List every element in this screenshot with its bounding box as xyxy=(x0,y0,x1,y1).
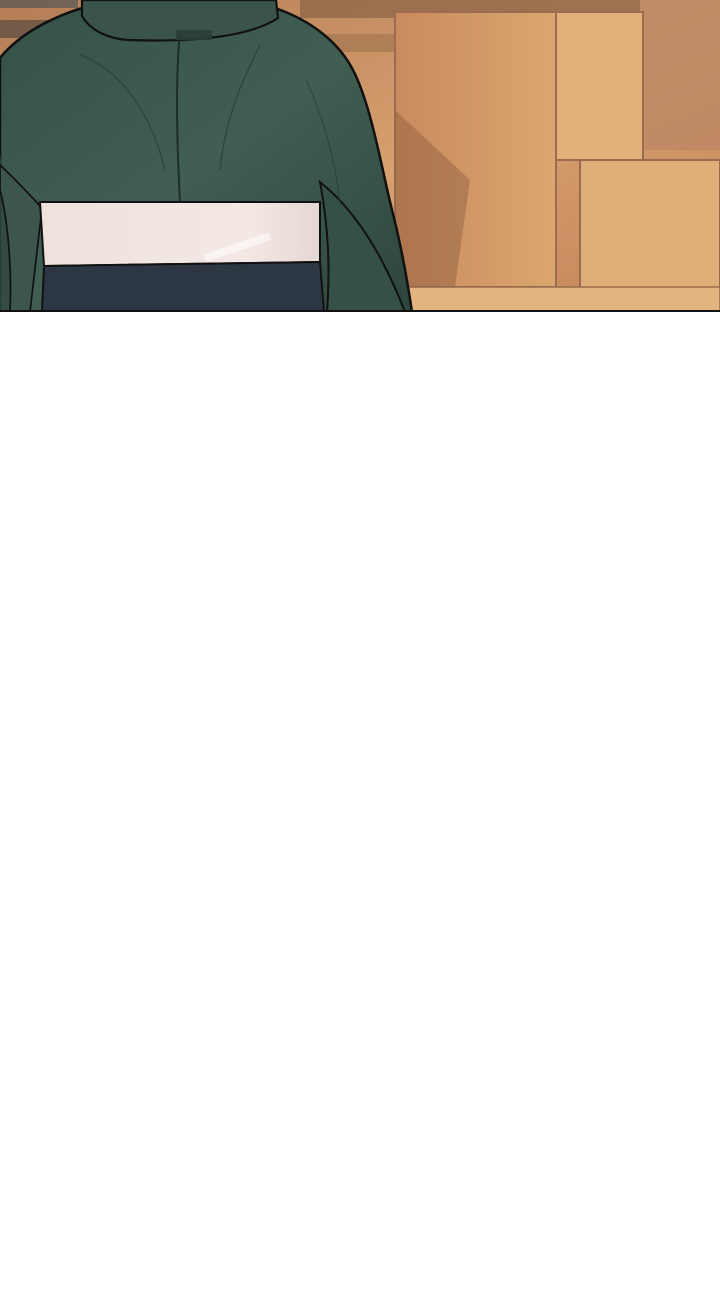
comic-page xyxy=(0,0,720,1316)
blank-gutter xyxy=(0,312,720,1316)
jacket-stripe-light xyxy=(38,201,321,268)
cardboard-box-right xyxy=(579,159,720,303)
jacket-stripe-dark xyxy=(40,260,326,312)
cardboard-box-top-right xyxy=(555,11,644,161)
comic-panel xyxy=(0,0,720,312)
left-monitor-base xyxy=(0,0,78,8)
floor-shelf xyxy=(404,286,720,312)
panel-illustration xyxy=(0,0,720,312)
collar-tab xyxy=(176,30,212,40)
right-wall-panel xyxy=(640,0,720,150)
